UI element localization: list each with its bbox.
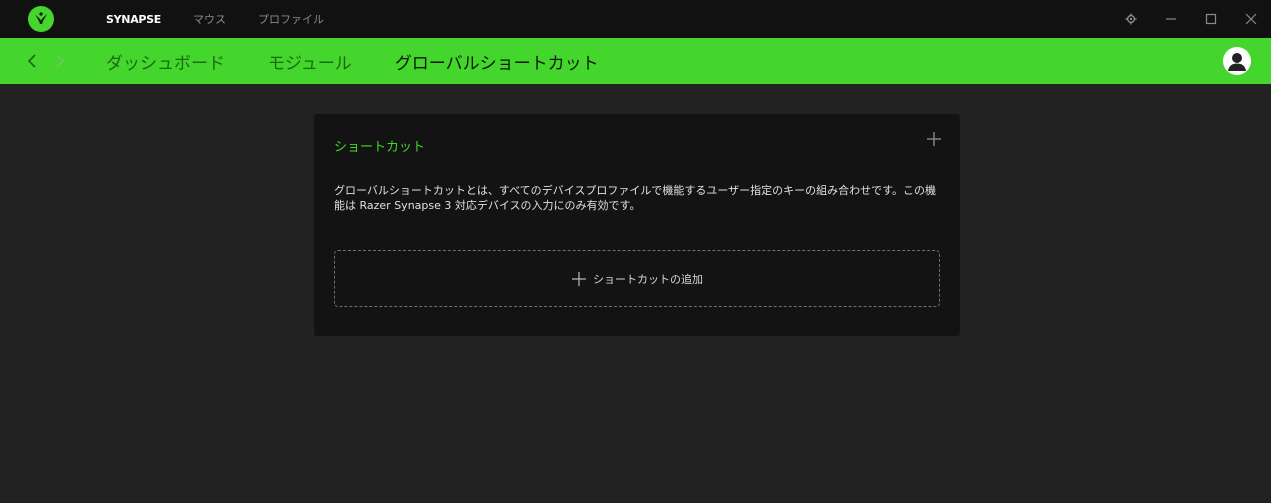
add-shortcut-label: ショートカットの追加 bbox=[593, 272, 703, 286]
module-nav-bar: ダッシュボード モジュール グローバルショートカット bbox=[0, 38, 1271, 84]
title-bar: SYNAPSE マウス プロファイル bbox=[0, 0, 1271, 38]
avatar-icon bbox=[1223, 47, 1251, 75]
gear-icon bbox=[1125, 13, 1137, 25]
app-window: SYNAPSE マウス プロファイル ダッシュボード モジュール グローバルショ… bbox=[0, 0, 1271, 503]
window-controls bbox=[1111, 0, 1271, 38]
shortcut-panel: ショートカット グローバルショートカットとは、すべてのデバイスプロファイルで機能… bbox=[314, 114, 960, 336]
panel-description: グローバルショートカットとは、すべてのデバイスプロファイルで機能するユーザー指定… bbox=[334, 184, 937, 212]
razer-logo-icon bbox=[28, 6, 54, 32]
tab-dashboard[interactable]: ダッシュボード bbox=[106, 49, 225, 74]
tab-mouse[interactable]: マウス bbox=[193, 11, 226, 27]
back-button[interactable] bbox=[18, 38, 46, 84]
plus-icon bbox=[572, 271, 586, 286]
plus-icon bbox=[927, 132, 941, 146]
add-shortcut-plus-button[interactable] bbox=[923, 128, 945, 150]
top-nav: SYNAPSE マウス プロファイル bbox=[106, 0, 356, 38]
chevron-left-icon bbox=[27, 54, 36, 68]
forward-button[interactable] bbox=[46, 38, 74, 84]
tab-synapse[interactable]: SYNAPSE bbox=[106, 13, 161, 26]
minimize-button[interactable] bbox=[1151, 0, 1191, 38]
history-arrows bbox=[18, 38, 74, 84]
chevron-right-icon bbox=[56, 54, 65, 68]
panel-title: ショートカット bbox=[334, 140, 426, 155]
maximize-icon bbox=[1205, 13, 1217, 25]
nav-tabs: ダッシュボード モジュール グローバルショートカット bbox=[106, 38, 642, 84]
close-button[interactable] bbox=[1231, 0, 1271, 38]
settings-button[interactable] bbox=[1111, 0, 1151, 38]
close-icon bbox=[1245, 13, 1257, 25]
user-avatar-button[interactable] bbox=[1223, 47, 1251, 75]
tab-modules[interactable]: モジュール bbox=[268, 49, 352, 74]
tab-global-shortcuts[interactable]: グローバルショートカット bbox=[395, 49, 599, 74]
minimize-icon bbox=[1166, 18, 1176, 20]
tab-profiles[interactable]: プロファイル bbox=[258, 11, 324, 27]
add-shortcut-button[interactable]: ショートカットの追加 bbox=[334, 250, 940, 307]
maximize-button[interactable] bbox=[1191, 0, 1231, 38]
